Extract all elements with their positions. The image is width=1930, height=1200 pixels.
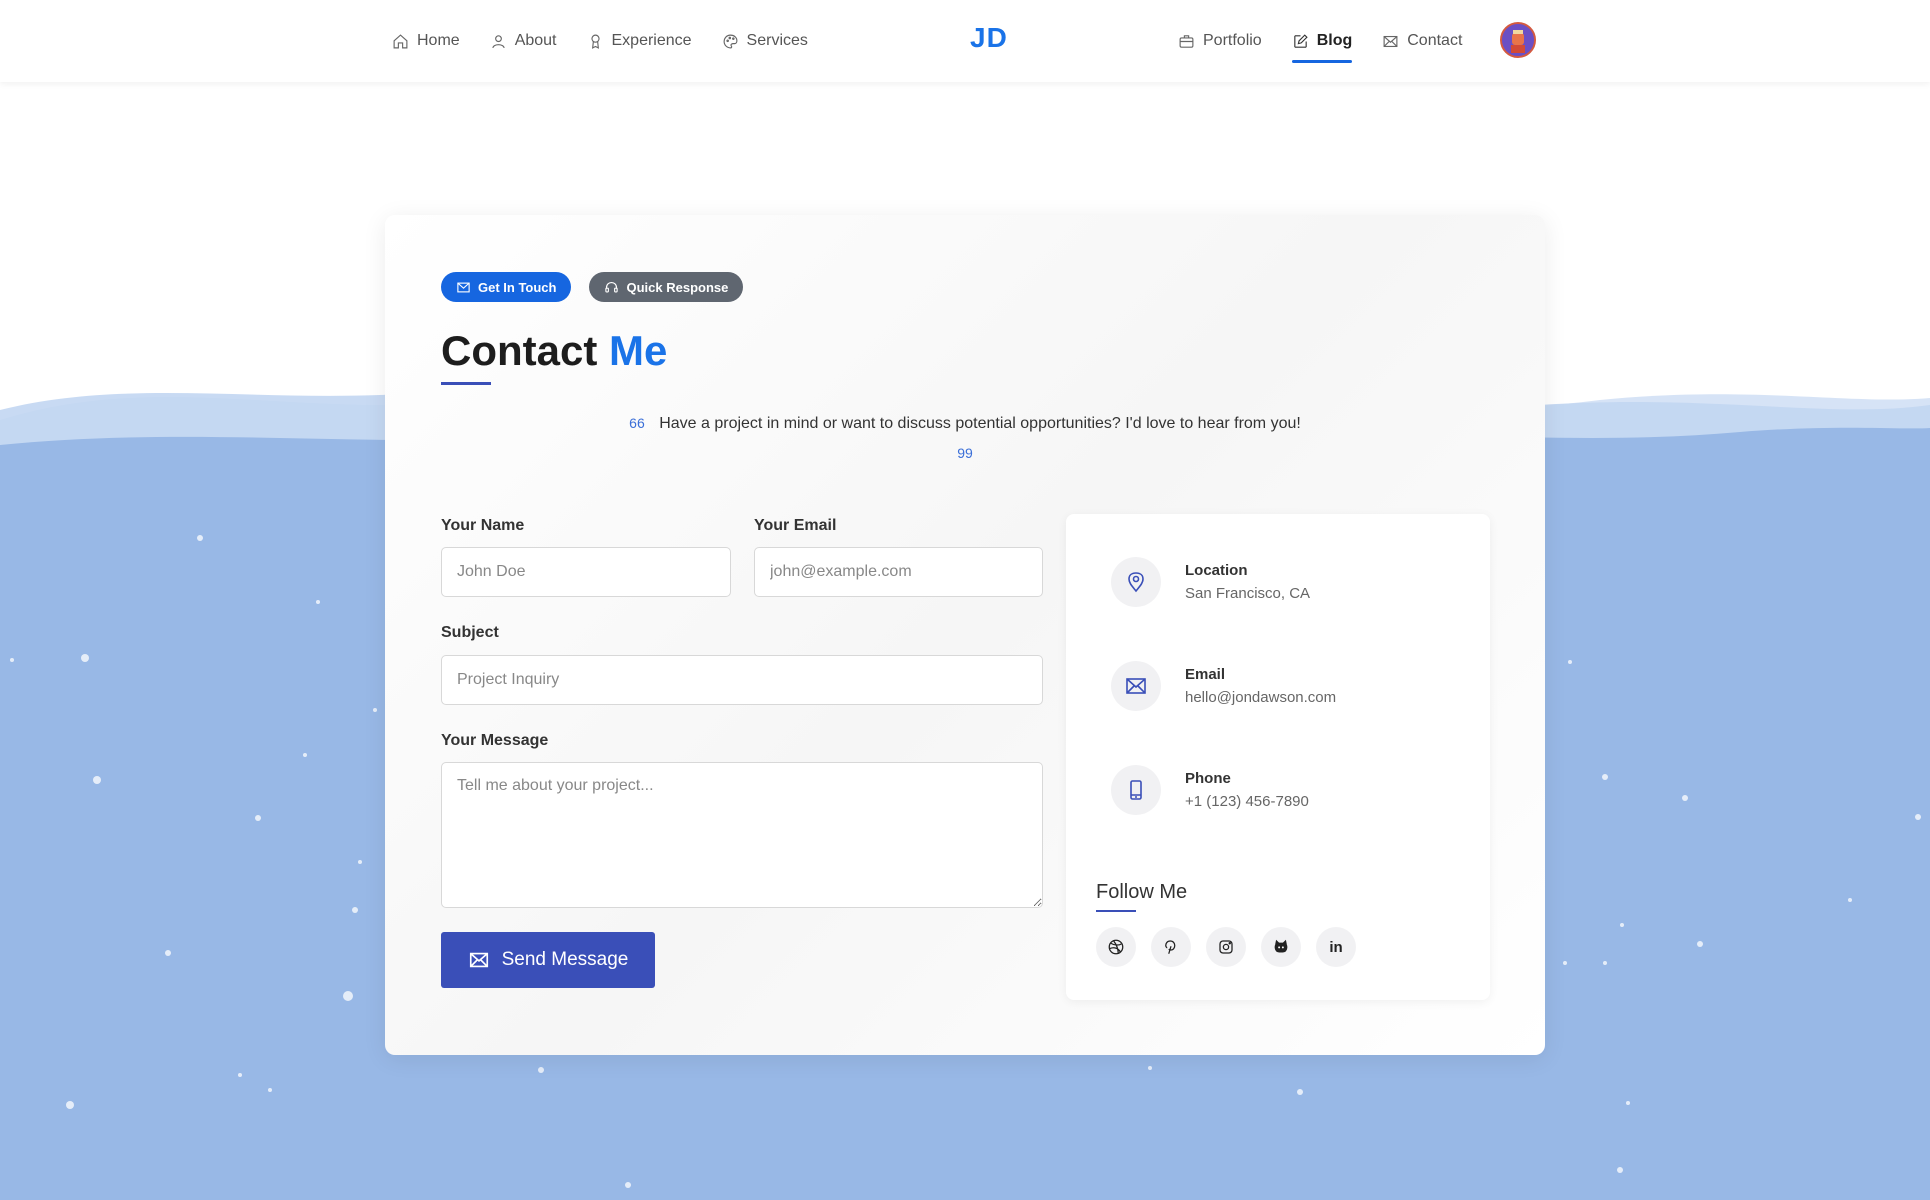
palette-icon [723, 34, 737, 48]
phone-title: Phone [1185, 770, 1231, 787]
phone-icon [1130, 780, 1142, 800]
nav-right-group: Portfolio Blog Contact [1178, 0, 1462, 82]
social-linkedin[interactable]: in [1316, 927, 1356, 967]
nav-portfolio[interactable]: Portfolio [1178, 21, 1262, 61]
award-icon [590, 34, 600, 49]
email-text: Email hello@jondawson.com [1185, 666, 1336, 706]
mail-icon [1383, 35, 1398, 47]
page-title: Contact Me [441, 327, 667, 375]
location-text: Location San Francisco, CA [1185, 562, 1310, 602]
email-value[interactable]: hello@jondawson.com [1185, 689, 1336, 706]
avatar-illustration [1502, 24, 1534, 56]
social-pinterest[interactable] [1151, 927, 1191, 967]
location-icon-wrap [1111, 557, 1161, 607]
nav-blog[interactable]: Blog [1291, 21, 1353, 63]
location-value: San Francisco, CA [1185, 585, 1311, 602]
email-field[interactable] [754, 547, 1043, 597]
github-icon [1274, 939, 1288, 953]
badge-group: Get In Touch Quick Response [441, 272, 744, 302]
nav-contact-label: Contact [1407, 32, 1463, 49]
nav-home-label: Home [417, 32, 460, 49]
phone-info: Phone +1 (123) 456-7890 [1111, 765, 1309, 815]
brand-logo[interactable]: JD [970, 22, 1008, 54]
headset-icon [605, 281, 619, 292]
email-info: Email hello@jondawson.com [1111, 661, 1336, 711]
message-textarea[interactable] [441, 762, 1043, 908]
nav-experience-label: Experience [611, 32, 692, 49]
top-navbar: Home About Experience Services JD Portfo… [0, 0, 1930, 82]
linkedin-icon: in [1329, 938, 1343, 956]
quote-open-mark: 66 [629, 415, 645, 431]
send-message-label: Send Message [501, 949, 629, 970]
title-accent: Me [609, 327, 668, 374]
intro-quote: 66 Have a project in mind or want to dis… [385, 415, 1545, 433]
social-dribbble[interactable] [1096, 927, 1136, 967]
name-label: Your Name [441, 517, 525, 534]
nav-about[interactable]: About [490, 21, 557, 61]
email-title: Email [1185, 666, 1226, 683]
subject-label: Subject [441, 624, 499, 641]
email-label: Your Email [754, 517, 837, 534]
location-info: Location San Francisco, CA [1111, 557, 1310, 607]
edit-icon [1293, 33, 1308, 48]
envelope-icon [469, 952, 488, 968]
briefcase-icon [1179, 34, 1194, 48]
subject-field[interactable] [441, 655, 1043, 705]
name-field[interactable] [441, 547, 731, 597]
phone-text: Phone +1 (123) 456-7890 [1185, 770, 1309, 810]
social-github[interactable] [1261, 927, 1301, 967]
home-icon [393, 33, 408, 48]
nav-services-label: Services [746, 32, 808, 49]
get-in-touch-label: Get In Touch [478, 279, 557, 295]
location-title: Location [1185, 562, 1248, 579]
send-message-button[interactable]: Send Message [441, 932, 655, 988]
nav-portfolio-label: Portfolio [1203, 32, 1262, 49]
follow-underline [1096, 910, 1136, 912]
contact-info-panel: Location San Francisco, CA Email hello@j… [1066, 514, 1490, 1000]
dribbble-icon [1108, 939, 1124, 955]
quick-response-label: Quick Response [626, 279, 729, 295]
nav-blog-label: Blog [1316, 32, 1353, 49]
pinterest-icon [1165, 940, 1176, 954]
quick-response-badge: Quick Response [589, 272, 744, 302]
title-underline [441, 382, 491, 385]
nav-home[interactable]: Home [392, 21, 460, 61]
map-pin-icon [1128, 572, 1144, 593]
nav-services[interactable]: Services [722, 21, 808, 61]
nav-contact[interactable]: Contact [1382, 21, 1462, 61]
social-instagram[interactable] [1206, 927, 1246, 967]
quote-text: Have a project in mind or want to discus… [659, 415, 1301, 432]
nav-about-label: About [514, 32, 557, 49]
get-in-touch-badge: Get In Touch [441, 272, 572, 302]
nav-left-group: Home About Experience Services [392, 0, 808, 82]
follow-title: Follow Me [1096, 881, 1188, 903]
phone-value[interactable]: +1 (123) 456-7890 [1185, 793, 1309, 810]
social-links: in [1096, 927, 1356, 967]
message-label: Your Message [441, 732, 549, 749]
title-main: Contact [441, 327, 598, 374]
phone-icon-wrap [1111, 765, 1161, 815]
contact-card: Get In Touch Quick Response Contact Me 6… [385, 215, 1545, 1055]
user-icon [491, 34, 505, 48]
nav-experience[interactable]: Experience [587, 21, 692, 61]
email-icon-wrap [1111, 661, 1161, 711]
instagram-icon [1219, 940, 1233, 954]
envelope-icon [1126, 678, 1146, 694]
avatar[interactable] [1500, 22, 1536, 58]
quote-close-mark: 99 [957, 445, 973, 461]
envelope-icon [457, 282, 470, 292]
